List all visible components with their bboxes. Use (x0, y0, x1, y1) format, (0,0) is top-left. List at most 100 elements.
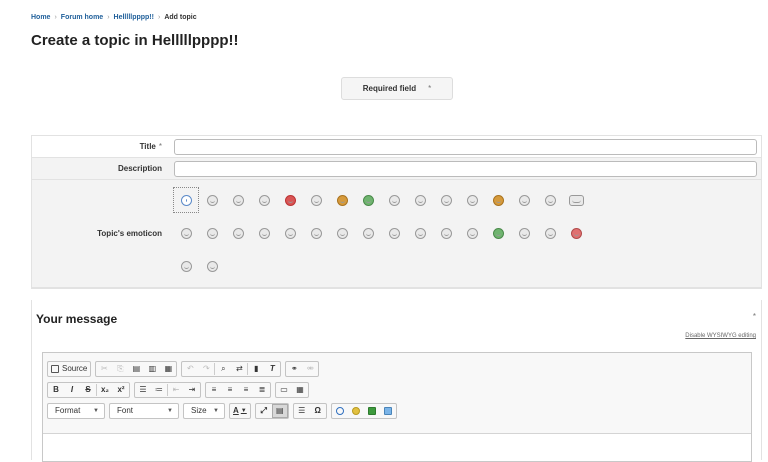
unlink-icon[interactable]: ⚮ (302, 362, 318, 376)
title-label: Title * (32, 136, 169, 157)
breadcrumb-forum[interactable]: Helllllpppp!! (114, 14, 154, 21)
wink-icon[interactable] (381, 187, 407, 213)
italic-button[interactable]: I (64, 383, 80, 397)
superscript-button[interactable]: x² (113, 383, 129, 397)
evil-icon[interactable] (459, 220, 485, 246)
cool-icon[interactable] (303, 187, 329, 213)
align-left-icon[interactable]: ≡ (206, 383, 222, 397)
justify-icon[interactable]: ≣ (254, 383, 270, 397)
speech-icon[interactable] (563, 187, 589, 213)
paste-word-icon[interactable]: ▦ (160, 362, 176, 376)
emoticon-face (492, 194, 504, 206)
happy-icon[interactable] (225, 187, 251, 213)
frown-icon[interactable] (355, 220, 381, 246)
outdent-icon[interactable]: ⇤ (168, 383, 184, 397)
laugh-icon[interactable] (407, 187, 433, 213)
bold-button[interactable]: B (48, 383, 64, 397)
emoticon-face (518, 194, 530, 206)
emoticon-face (388, 194, 400, 206)
link-icon[interactable]: ⚭ (286, 362, 302, 376)
indent-icon[interactable]: ⇥ (184, 383, 200, 397)
chevron-down-icon: ▼ (213, 407, 219, 414)
blink-icon[interactable] (225, 220, 251, 246)
smirk-icon[interactable] (433, 220, 459, 246)
undo-icon[interactable]: ↶ (182, 362, 198, 376)
green-ill-icon[interactable] (485, 220, 511, 246)
sleepy-icon[interactable] (173, 220, 199, 246)
teeth-icon[interactable] (277, 220, 303, 246)
nerd-icon[interactable] (173, 253, 199, 279)
spellcheck-icon[interactable] (332, 404, 348, 418)
breadcrumb: Home › Forum home › Helllllpppp!! › Add topic (31, 14, 197, 21)
editor-toolbar-row-2: B I S x₂ x² ☰ ≔ ⇤ ⇥ ≡ ≡ ≡ ≣ ▭ ▦ (43, 379, 751, 400)
show-blocks-icon[interactable]: ▤ (271, 403, 288, 418)
yawn-icon[interactable] (303, 220, 329, 246)
blue-plugin-icon[interactable] (380, 404, 396, 418)
replace-icon[interactable]: ⇄ (231, 362, 247, 376)
horizontal-rule-icon[interactable]: ☰ (294, 404, 310, 418)
format-select[interactable]: Format ▼ (47, 402, 105, 419)
cry-icon[interactable] (537, 187, 563, 213)
size-select[interactable]: Size ▼ (183, 402, 225, 419)
emoticon-picker (173, 187, 757, 279)
numbered-list-icon[interactable]: ☰ (135, 383, 151, 397)
disable-wysiwyg-link[interactable]: Disable WYSIWYG editing (685, 333, 756, 339)
strike-button[interactable]: S (80, 383, 96, 397)
rolleyes-icon[interactable] (407, 220, 433, 246)
special-char-button[interactable]: Ω (310, 404, 326, 418)
emoticon-face (310, 194, 322, 206)
blush-icon[interactable] (537, 220, 563, 246)
font-select[interactable]: Font ▼ (109, 402, 179, 419)
emoticon-face (180, 227, 192, 239)
paste-icon[interactable]: ▤ (128, 362, 144, 376)
cut-icon[interactable]: ✂ (96, 362, 112, 376)
kiss-icon[interactable] (511, 220, 537, 246)
breadcrumb-current: Add topic (164, 14, 197, 21)
copy-icon[interactable]: ⎘ (112, 362, 128, 376)
breadcrumb-forum-home[interactable]: Forum home (61, 14, 103, 21)
breadcrumb-home[interactable]: Home (31, 14, 50, 21)
red-mad-icon[interactable] (563, 220, 589, 246)
maximize-icon[interactable]: ⤢ (256, 404, 272, 418)
rich-text-editor: Source ✂ ⎘ ▤ ▥ ▦ ↶ ↷ ⌕ ⇄ ▮ T ⚭ ⚮ B I S x… (42, 352, 752, 462)
select-all-icon[interactable]: ▮ (248, 362, 264, 376)
smile-icon[interactable] (173, 187, 199, 213)
align-center-icon[interactable]: ≡ (222, 383, 238, 397)
green-sick-icon[interactable] (355, 187, 381, 213)
table-icon[interactable]: ▦ (292, 383, 308, 397)
font-color-glyph: A (233, 406, 239, 415)
source-button[interactable]: Source (48, 362, 90, 376)
editor-content-area[interactable] (43, 433, 751, 461)
image-icon[interactable]: ▭ (276, 383, 292, 397)
confused-icon[interactable] (459, 187, 485, 213)
shock-icon[interactable] (329, 220, 355, 246)
bulleted-list-icon[interactable]: ≔ (151, 383, 167, 397)
thinking-icon[interactable] (199, 253, 225, 279)
emoticon-face (414, 227, 426, 239)
grin-icon[interactable] (199, 187, 225, 213)
green-block-icon[interactable] (364, 404, 380, 418)
neutral-icon[interactable] (251, 187, 277, 213)
title-input[interactable] (174, 139, 757, 155)
find-icon[interactable]: ⌕ (215, 362, 231, 376)
biggrin-icon[interactable] (251, 220, 277, 246)
tongue-icon[interactable] (329, 187, 355, 213)
devil-icon[interactable] (485, 187, 511, 213)
subscript-button[interactable]: x₂ (97, 383, 113, 397)
chevron-down-icon: ▼ (240, 407, 247, 414)
font-color-button[interactable]: A ▼ (230, 404, 250, 418)
align-right-icon[interactable]: ≡ (238, 383, 254, 397)
message-section: Your message * Disable WYSIWYG editing S… (31, 300, 762, 462)
description-label: Description (117, 164, 162, 173)
smiley-icon[interactable] (348, 404, 364, 418)
worried-icon[interactable] (381, 220, 407, 246)
surprised-icon[interactable] (433, 187, 459, 213)
redo-icon[interactable]: ↷ (198, 362, 214, 376)
emoticon-face (284, 194, 296, 206)
sad-icon[interactable] (511, 187, 537, 213)
crazy-icon[interactable] (199, 220, 225, 246)
red-angry-icon[interactable] (277, 187, 303, 213)
remove-format-icon[interactable]: T (264, 362, 280, 376)
paste-text-icon[interactable]: ▥ (144, 362, 160, 376)
description-input[interactable] (174, 161, 757, 177)
